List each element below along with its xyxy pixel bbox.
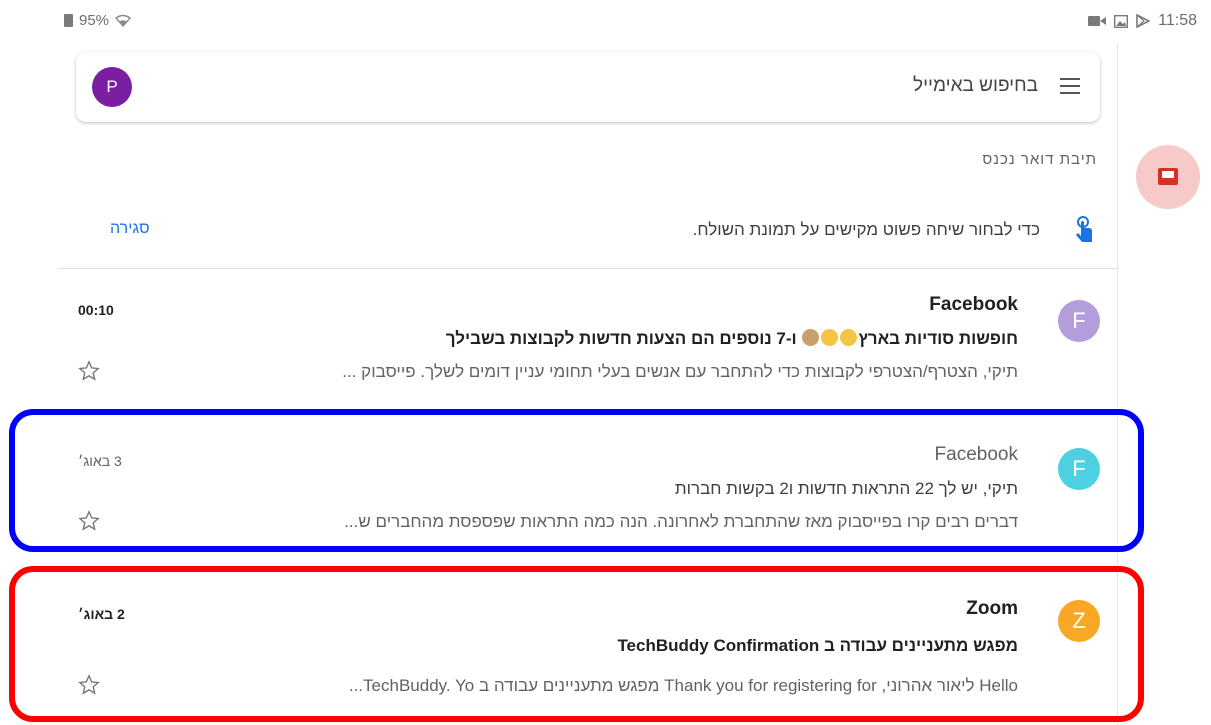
video-icon bbox=[1088, 16, 1107, 26]
email-row[interactable]: F Facebook 3 באוג׳ תיקי, יש לך 22 התראות… bbox=[58, 436, 1118, 546]
clock: 11:58 bbox=[1158, 12, 1197, 29]
email-time: 2 באוג׳ bbox=[78, 606, 125, 622]
sender-name: Facebook bbox=[934, 444, 1018, 465]
tip-text: כדי לבחור שיחה פשוט מקישים על תמונת השול… bbox=[692, 220, 1040, 239]
status-left: 95% bbox=[64, 12, 132, 29]
inbox-icon bbox=[1158, 168, 1178, 185]
search-bar[interactable]: P בחיפוש באימייל bbox=[76, 52, 1100, 122]
email-snippet: דברים רבים קרו בפייסבוק מאז שהתחברת לאחר… bbox=[344, 512, 1018, 531]
divider bbox=[58, 268, 1118, 269]
battery-icon bbox=[64, 14, 73, 27]
emoji-icon bbox=[821, 329, 839, 346]
play-store-icon bbox=[1136, 14, 1151, 28]
battery-level: 95% bbox=[79, 12, 110, 29]
email-row[interactable]: F Facebook 00:10 חופשות סודיות בארץ ו-7 … bbox=[58, 280, 1118, 390]
subject-part-1: חופשות סודיות בארץ bbox=[858, 329, 1018, 348]
email-subject: תיקי, יש לך 22 התראות חדשות ו2 בקשות חבר… bbox=[674, 479, 1018, 498]
star-icon[interactable] bbox=[78, 674, 100, 696]
sender-avatar[interactable]: F bbox=[1058, 300, 1100, 342]
folder-label: תיבת דואר נכנס bbox=[982, 151, 1097, 168]
tip-close-button[interactable]: סגירה bbox=[110, 220, 150, 238]
compose-button[interactable] bbox=[1136, 145, 1200, 209]
tip-banner: כדי לבחור שיחה פשוט מקישים על תמונת השול… bbox=[58, 204, 1118, 268]
star-icon[interactable] bbox=[78, 360, 100, 382]
sender-name: Facebook bbox=[929, 294, 1018, 315]
account-avatar[interactable]: P bbox=[92, 67, 132, 107]
email-subject: מפגש מתעניינים עבודה ב TechBuddy Confirm… bbox=[617, 636, 1018, 655]
touch-icon bbox=[1076, 216, 1092, 242]
emoji-icon bbox=[840, 329, 858, 346]
image-icon bbox=[1114, 14, 1129, 28]
email-time: 00:10 bbox=[78, 302, 114, 318]
mail-list-pane: P בחיפוש באימייל תיבת דואר נכנס כדי לבחו… bbox=[58, 44, 1118, 725]
email-snippet: תיקי, הצטרף/הצטרפי לקבוצות כדי להתחבר עם… bbox=[342, 362, 1018, 381]
search-input[interactable]: בחיפוש באימייל bbox=[913, 75, 1038, 97]
emoji-icon bbox=[802, 329, 820, 346]
sender-avatar[interactable]: F bbox=[1058, 448, 1100, 490]
email-snippet: Hello ליאור אהרוני, Thank you for regist… bbox=[348, 676, 1018, 695]
status-right: 11:58 bbox=[1088, 12, 1197, 30]
star-icon[interactable] bbox=[78, 510, 100, 532]
menu-icon[interactable] bbox=[1060, 78, 1080, 94]
status-bar: 95% 11:58 bbox=[0, 0, 1211, 44]
subject-part-2: ו-7 נוספים הם הצעות חדשות לקבוצות בשבילך bbox=[445, 329, 797, 348]
email-time: 3 באוג׳ bbox=[78, 453, 122, 469]
email-row[interactable]: Z Zoom 2 באוג׳ מפגש מתעניינים עבודה ב Te… bbox=[58, 592, 1118, 702]
email-subject: חופשות סודיות בארץ ו-7 נוספים הם הצעות ח… bbox=[446, 329, 1018, 349]
sender-avatar[interactable]: Z bbox=[1058, 600, 1100, 642]
sender-name: Zoom bbox=[966, 598, 1018, 619]
wifi-icon bbox=[115, 14, 132, 27]
